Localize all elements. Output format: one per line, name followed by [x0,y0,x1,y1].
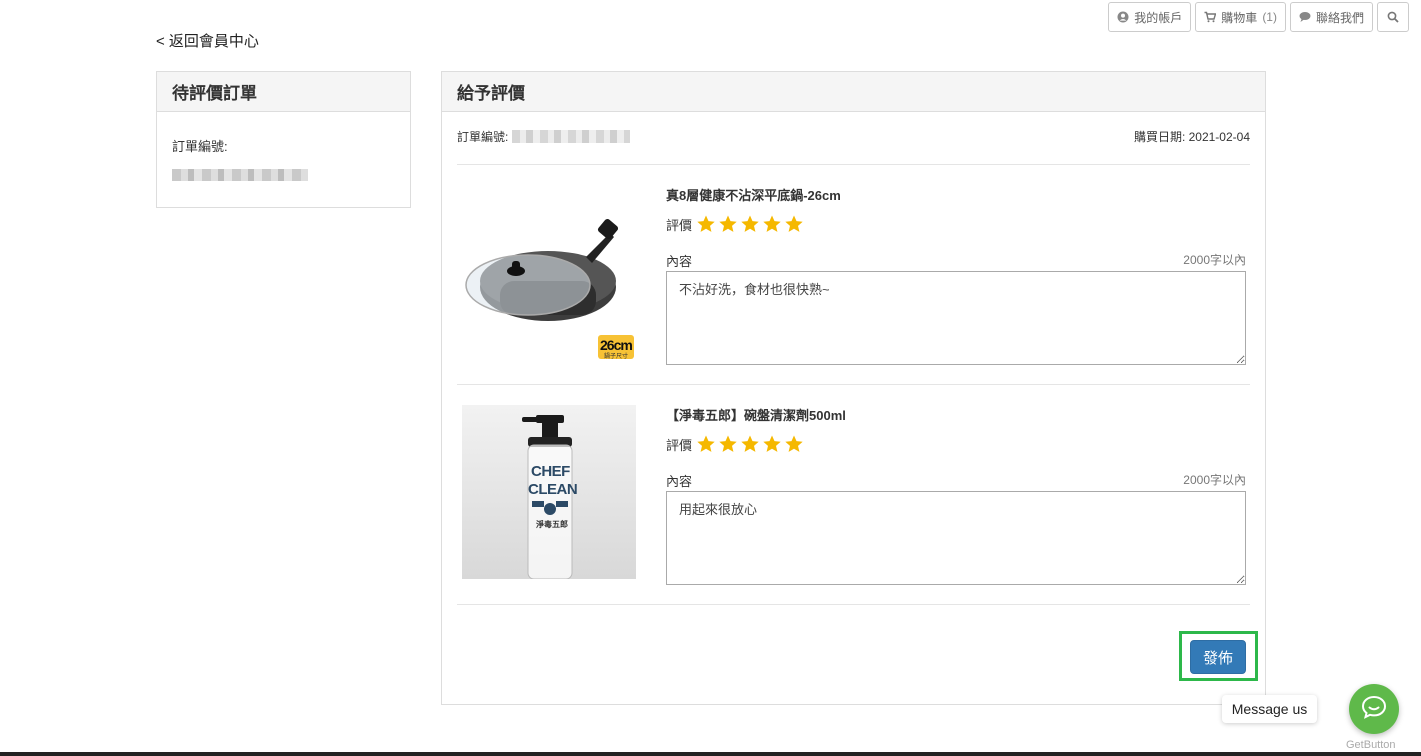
pending-review-orders-panel: 待評價訂單 訂單編號: [156,71,411,208]
panel-title: 給予評價 [442,72,1265,112]
review-textarea[interactable]: 不沾好洗，食材也很快熟~ [666,271,1246,365]
star-icon[interactable] [696,434,716,454]
rating-row: 評價 [666,214,804,234]
order-number-label: 訂單編號: [457,130,509,144]
message-us-tooltip[interactable]: Message us [1222,695,1317,723]
search-icon [1387,11,1399,23]
bottle-label-line2: CLEAN [528,481,578,498]
char-limit-hint: 2000字以內 [1183,473,1246,487]
star-icon[interactable] [762,434,782,454]
chat-bubble-icon [1299,11,1311,23]
bottle-label-line1: CHEF [531,463,570,480]
star-icon[interactable] [762,214,782,234]
publish-button[interactable]: 發佈 [1190,640,1246,674]
review-textarea[interactable]: 用起來很放心 [666,491,1246,585]
chat-icon [1361,694,1387,725]
my-account-button[interactable]: 我的帳戶 [1108,2,1192,32]
star-icon[interactable] [718,214,738,234]
order-info-row: 訂單編號: 購買日期: 2021-02-04 [457,128,1250,145]
panel-title: 待評價訂單 [157,72,410,112]
cart-icon [1204,11,1217,23]
give-review-panel: 給予評價 訂單編號: 購買日期: 2021-02-04 26cm 鍋子尺寸 真8… [441,71,1266,705]
char-limit-hint: 2000字以內 [1183,253,1246,267]
user-circle-icon [1117,11,1129,23]
bottle-brand-label: 淨毒五郎 [536,520,568,529]
star-icon[interactable] [740,434,760,454]
content-header: 內容 2000字以內 [666,471,1246,490]
back-to-member-center-link[interactable]: < 返回會員中心 [156,30,259,51]
star-rating[interactable] [696,434,804,454]
product-title: 【淨毒五郎】碗盤清潔劑500ml [666,408,846,423]
star-icon[interactable] [784,434,804,454]
review-item: 26cm 鍋子尺寸 真8層健康不沾深平底鍋-26cm 評價 內容 2000字以內… [457,165,1250,385]
contact-us-button[interactable]: 聯絡我們 [1289,2,1373,32]
review-item: CHEF CLEAN 淨毒五郎 【淨毒五郎】碗盤清潔劑500ml 評價 內容 2… [457,385,1250,605]
top-utility-bar: 我的帳戶 購物車 (1) 聯絡我們 [1108,2,1409,32]
page-bottom-edge [0,752,1421,756]
star-icon[interactable] [718,434,738,454]
getbutton-brand: GetButton [1346,739,1396,751]
order-number-label: 訂單編號: [172,139,228,154]
redacted-order-number [512,130,631,143]
my-account-label: 我的帳戶 [1134,10,1183,25]
product-title: 真8層健康不沾深平底鍋-26cm [666,188,841,203]
rating-row: 評價 [666,434,804,454]
chat-launcher-button[interactable] [1349,684,1399,734]
purchase-date: 購買日期: 2021-02-04 [1133,130,1250,144]
content-label: 內容 [666,474,693,489]
content-label: 內容 [666,254,693,269]
cart-count: (1) [1262,10,1277,24]
star-icon[interactable] [740,214,760,234]
product-image-detergent-bottle: CHEF CLEAN 淨毒五郎 [462,405,636,579]
star-rating[interactable] [696,214,804,234]
pan-size-badge-caption: 鍋子尺寸 [604,354,629,359]
contact-us-label: 聯絡我們 [1315,10,1364,25]
star-icon[interactable] [784,214,804,234]
cart-button[interactable]: 購物車 (1) [1195,2,1286,32]
divider [457,604,1250,605]
product-image-frying-pan: 26cm 鍋子尺寸 [462,185,636,359]
search-button[interactable] [1377,2,1409,32]
content-header: 內容 2000字以內 [666,251,1246,270]
redacted-order-number[interactable] [172,169,308,181]
star-icon[interactable] [696,214,716,234]
rating-label: 評價 [666,437,693,453]
rating-label: 評價 [666,217,693,233]
cart-label: 購物車 [1221,10,1258,25]
